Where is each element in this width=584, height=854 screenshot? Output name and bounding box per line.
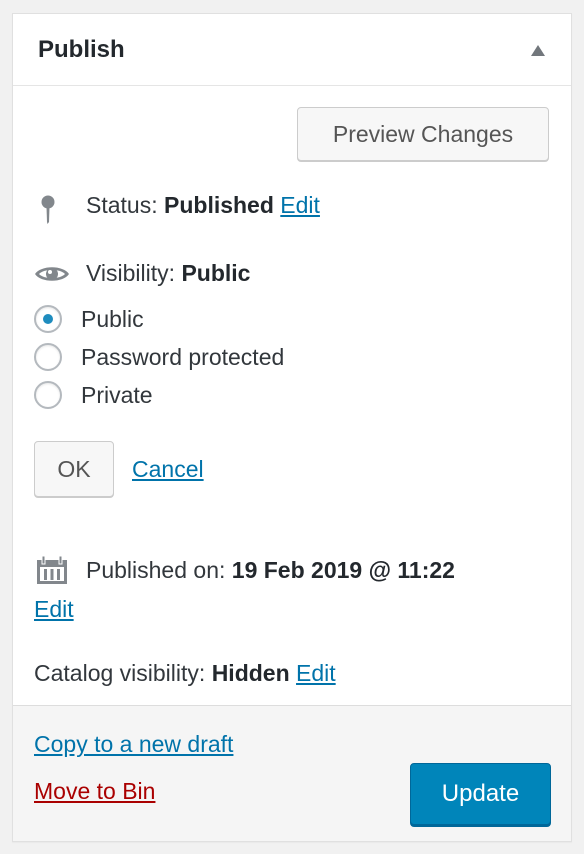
panel-header[interactable]: Publish xyxy=(13,14,571,86)
copy-to-draft-link[interactable]: Copy to a new draft xyxy=(34,731,233,757)
published-on-edit-row: Edit xyxy=(34,596,74,623)
visibility-option-public[interactable]: Public xyxy=(34,305,144,333)
visibility-row: Visibility: Public xyxy=(86,260,250,287)
radio-private[interactable] xyxy=(34,381,62,409)
publish-actions: Copy to a new draft Move to Bin Update xyxy=(13,705,571,841)
radio-public[interactable] xyxy=(34,305,62,333)
published-on-row: Published on: 19 Feb 2019 @ 11:22 xyxy=(86,557,455,584)
status-value: Published xyxy=(164,192,274,218)
radio-label: Password protected xyxy=(81,343,285,370)
publish-panel: Publish Preview Changes Status: Publishe… xyxy=(12,13,572,842)
published-on-edit-link[interactable]: Edit xyxy=(34,596,74,622)
published-on-value: 19 Feb 2019 @ 11:22 xyxy=(231,557,455,583)
triangle-up-icon[interactable] xyxy=(531,45,545,56)
cancel-link[interactable]: Cancel xyxy=(132,456,204,482)
published-on-label: Published on: xyxy=(86,557,226,583)
eye-icon xyxy=(35,267,69,281)
status-label: Status: xyxy=(86,192,158,218)
status-edit-link[interactable]: Edit xyxy=(280,192,320,218)
preview-changes-button[interactable]: Preview Changes xyxy=(297,107,549,161)
panel-title: Publish xyxy=(38,36,125,63)
update-button[interactable]: Update xyxy=(410,763,551,825)
visibility-label: Visibility: xyxy=(86,260,176,286)
catalog-visibility-label: Catalog visibility: xyxy=(34,660,206,686)
ok-button[interactable]: OK xyxy=(34,441,114,497)
calendar-icon xyxy=(37,555,67,584)
radio-label: Public xyxy=(81,305,144,332)
visibility-value: Public xyxy=(181,260,251,286)
trash-row: Move to Bin xyxy=(34,778,155,805)
radio-password-protected[interactable] xyxy=(34,343,62,371)
pin-icon xyxy=(41,195,55,224)
catalog-visibility-value: Hidden xyxy=(211,660,290,686)
status-row: Status: Published Edit xyxy=(86,192,320,219)
cancel-row: Cancel xyxy=(132,456,204,483)
catalog-visibility-edit-link[interactable]: Edit xyxy=(296,660,336,686)
catalog-visibility-row: Catalog visibility: Hidden Edit xyxy=(34,660,336,687)
visibility-option-private[interactable]: Private xyxy=(34,381,153,409)
move-to-bin-link[interactable]: Move to Bin xyxy=(34,778,155,804)
radio-label: Private xyxy=(81,381,153,408)
copy-row: Copy to a new draft xyxy=(34,731,233,758)
visibility-option-password[interactable]: Password protected xyxy=(34,343,284,371)
